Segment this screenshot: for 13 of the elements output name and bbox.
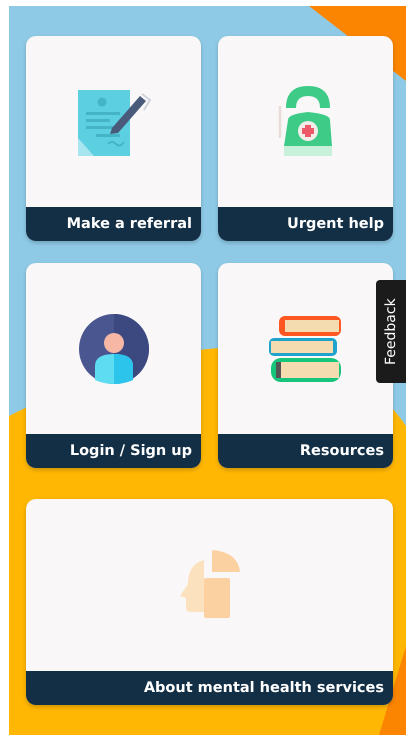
card-label: Make a referral [26,207,201,241]
card-label: Resources [218,434,393,468]
menu-card[interactable]: Login / Sign up [26,263,201,468]
feedback-tab[interactable]: Feedback [376,280,406,383]
menu-card[interactable]: Make a referral [26,36,201,241]
user-avatar-icon [78,314,148,384]
card-label: About mental health services [26,671,393,705]
menu-card[interactable]: About mental health services [26,499,393,705]
books-stack-icon [268,314,342,384]
card-label: Login / Sign up [26,434,201,468]
head-puzzle-icon [180,550,240,620]
menu-card[interactable]: Urgent help [218,36,393,241]
card-label: Urgent help [218,207,393,241]
